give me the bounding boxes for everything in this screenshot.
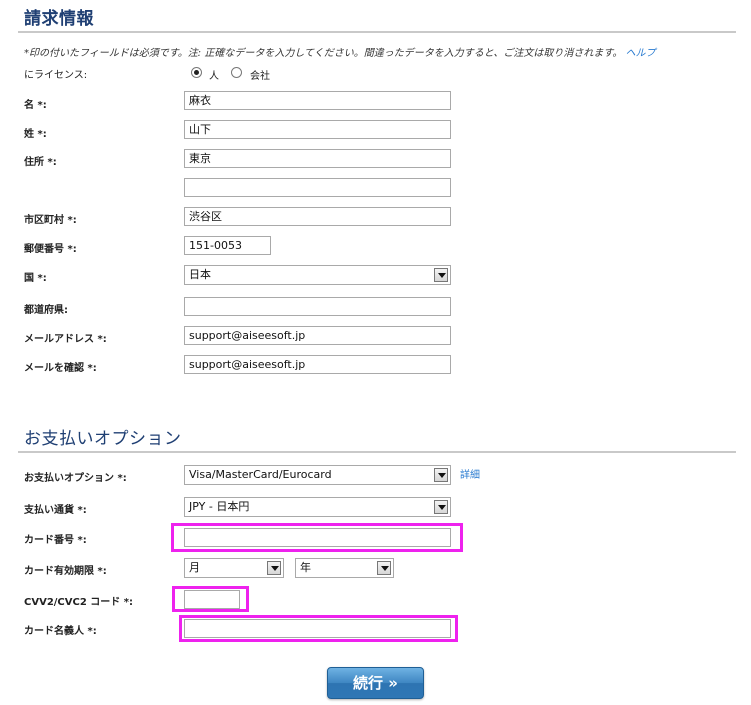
currency-select-value: JPY - 日本円 — [189, 500, 250, 513]
country-label: 国 *: — [24, 273, 47, 284]
payment-details-link[interactable]: 詳細 — [460, 466, 480, 481]
license-person-label: 人 — [209, 71, 219, 82]
first-name-field[interactable]: 麻衣 — [184, 91, 451, 110]
email-confirm-label: メールを確認 *: — [24, 363, 97, 374]
email-confirm-field[interactable]: support@aiseesoft.jp — [184, 355, 451, 374]
country-select[interactable]: 日本 — [184, 265, 451, 285]
email-field[interactable]: support@aiseesoft.jp — [184, 326, 451, 345]
license-person-radio[interactable] — [191, 67, 202, 78]
postal-code-label: 郵便番号 *: — [24, 244, 77, 255]
billing-divider — [18, 31, 736, 33]
cardholder-field[interactable] — [184, 619, 451, 638]
currency-label: 支払い通貨 *: — [24, 505, 87, 516]
chevron-down-icon[interactable] — [434, 468, 448, 482]
payment-divider — [18, 451, 736, 453]
chevron-down-icon[interactable] — [377, 561, 391, 575]
expiry-year-select[interactable]: 年 — [295, 558, 394, 578]
cardholder-label: カード名義人 *: — [24, 626, 97, 637]
expiry-month-value: 月 — [189, 561, 200, 574]
payment-option-label: お支払いオプション *: — [24, 473, 127, 484]
required-note-text: *印の付いたフィールドは必須です。注: 正確なデータを入力してください。間違った… — [24, 48, 623, 59]
address-line2-field[interactable] — [184, 178, 451, 197]
continue-button[interactable]: 続行 » — [327, 667, 424, 699]
chevron-down-icon[interactable] — [434, 268, 448, 282]
card-number-field[interactable] — [184, 528, 451, 547]
payment-option-select[interactable]: Visa/MasterCard/Eurocard — [184, 465, 451, 485]
license-label: にライセンス: — [24, 70, 88, 81]
billing-section-title: 請求情報 — [24, 9, 94, 29]
first-name-label: 名 *: — [24, 100, 47, 111]
required-fields-note: *印の付いたフィールドは必須です。注: 正確なデータを入力してください。間違った… — [24, 44, 656, 59]
city-field[interactable]: 渋谷区 — [184, 207, 451, 226]
payment-option-value: Visa/MasterCard/Eurocard — [189, 468, 332, 481]
chevron-down-icon[interactable] — [267, 561, 281, 575]
currency-select[interactable]: JPY - 日本円 — [184, 497, 451, 517]
help-link[interactable]: ヘルプ — [626, 48, 656, 59]
card-number-label: カード番号 *: — [24, 535, 87, 546]
expiry-year-value: 年 — [300, 561, 311, 574]
expiry-month-select[interactable]: 月 — [184, 558, 284, 578]
license-company-radio[interactable] — [231, 67, 242, 78]
email-label: メールアドレス *: — [24, 334, 107, 345]
country-select-value: 日本 — [189, 268, 211, 281]
license-company-label: 会社 — [250, 71, 270, 82]
city-label: 市区町村 *: — [24, 215, 77, 226]
chevron-down-icon[interactable] — [434, 500, 448, 514]
expiry-label: カード有効期限 *: — [24, 566, 107, 577]
last-name-field[interactable]: 山下 — [184, 120, 451, 139]
address-field[interactable]: 東京 — [184, 149, 451, 168]
last-name-label: 姓 *: — [24, 129, 47, 140]
cvv-label: CVV2/CVC2 コード *: — [24, 597, 133, 608]
postal-code-field[interactable]: 151-0053 — [184, 236, 271, 255]
cvv-field[interactable] — [184, 590, 240, 609]
prefecture-label: 都道府県: — [24, 305, 68, 316]
payment-section-title: お支払いオプション — [24, 429, 182, 449]
address-label: 住所 *: — [24, 157, 57, 168]
prefecture-field[interactable] — [184, 297, 451, 316]
